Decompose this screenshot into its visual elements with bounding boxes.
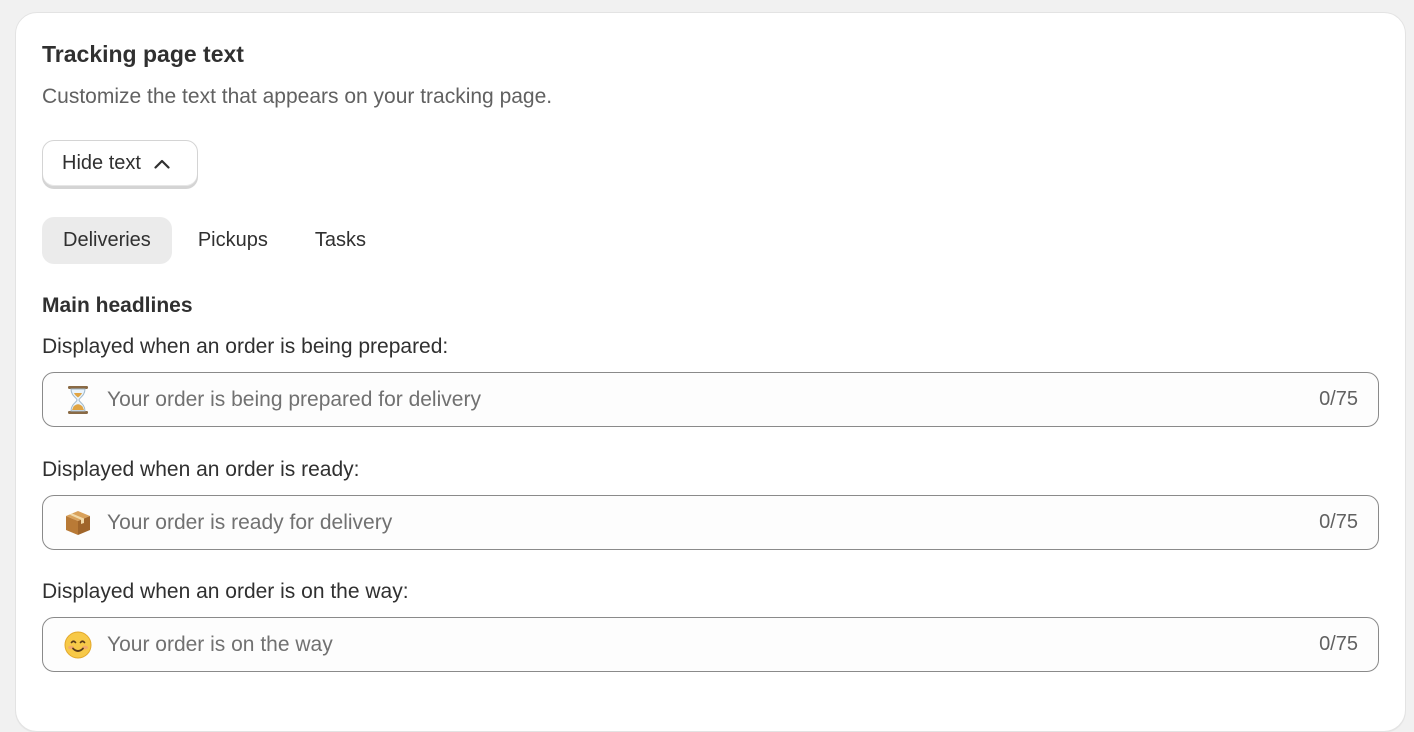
package-icon xyxy=(63,508,93,538)
tracking-text-card: Tracking page text Customize the text th… xyxy=(15,12,1406,732)
tab-deliveries[interactable]: Deliveries xyxy=(42,217,172,264)
prepared-headline-input[interactable] xyxy=(107,387,1310,412)
card-title: Tracking page text xyxy=(42,41,244,67)
ready-headline-field[interactable]: 0/75 xyxy=(42,495,1379,550)
on-the-way-headline-field[interactable]: 0/75 xyxy=(42,617,1379,672)
chevron-up-icon xyxy=(153,155,171,173)
ready-headline-input[interactable] xyxy=(107,510,1310,535)
tab-pickups[interactable]: Pickups xyxy=(177,217,289,264)
hide-text-button[interactable]: Hide text xyxy=(42,140,198,187)
smiling-face-icon xyxy=(63,630,93,660)
card-subtitle: Customize the text that appears on your … xyxy=(42,85,553,108)
on-the-way-headline-input[interactable] xyxy=(107,632,1310,657)
prepared-headline-field[interactable]: 0/75 xyxy=(42,372,1379,427)
on-the-way-char-counter: 0/75 xyxy=(1319,633,1358,655)
prepared-field-label: Displayed when an order is being prepare… xyxy=(42,335,449,358)
hide-text-label: Hide text xyxy=(62,152,141,174)
main-headlines-heading: Main headlines xyxy=(42,294,193,317)
tab-bar: Deliveries Pickups Tasks xyxy=(42,217,392,264)
prepared-char-counter: 0/75 xyxy=(1319,388,1358,410)
on-the-way-field-label: Displayed when an order is on the way: xyxy=(42,580,409,603)
tab-tasks[interactable]: Tasks xyxy=(294,217,387,264)
hourglass-icon xyxy=(63,385,93,415)
ready-char-counter: 0/75 xyxy=(1319,511,1358,533)
ready-field-label: Displayed when an order is ready: xyxy=(42,458,360,481)
